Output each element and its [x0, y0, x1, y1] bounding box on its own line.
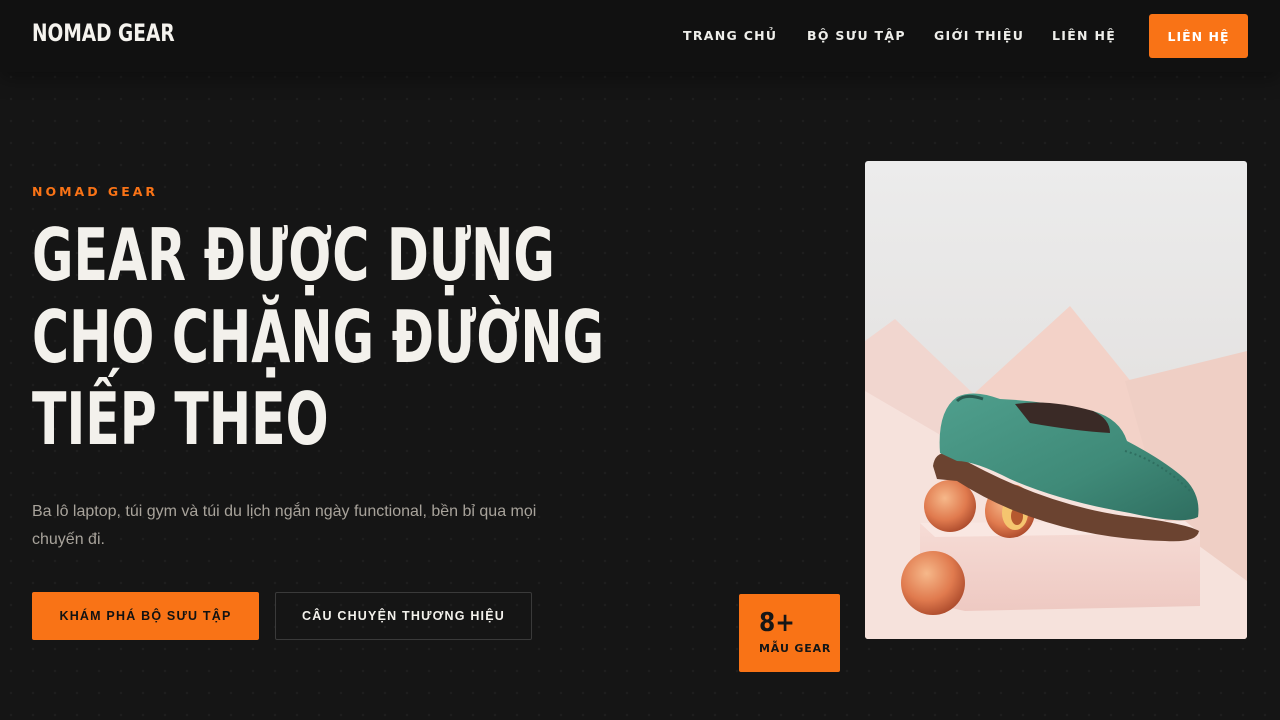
badge-number: 8+: [759, 608, 795, 638]
headline-line-1: GEAR ĐƯỢC DỰNG: [32, 213, 555, 297]
hero-product-image: [865, 161, 1247, 639]
contact-cta-button[interactable]: LIÊN HỆ: [1149, 14, 1248, 58]
nav-link-collection[interactable]: BỘ SƯU TẬP: [807, 28, 906, 43]
headline-line-2: CHO CHẶNG ĐƯỜNG: [32, 295, 605, 379]
hero-headline: GEAR ĐƯỢC DỰNG CHO CHẶNG ĐƯỜNG TIẾP THEO: [32, 214, 604, 460]
nav-link-about[interactable]: GIỚI THIỆU: [934, 28, 1024, 43]
site-header: NOMAD GEAR TRANG CHỦ BỘ SƯU TẬP GIỚI THI…: [0, 0, 1280, 72]
hero-subtitle: Ba lô laptop, túi gym và túi du lịch ngắ…: [32, 503, 537, 548]
badge-label: MẪU GEAR: [759, 642, 832, 655]
nav-link-home[interactable]: TRANG CHỦ: [683, 28, 777, 43]
explore-collection-button[interactable]: KHÁM PHÁ BỘ SƯU TẬP: [32, 592, 259, 640]
brand-story-button[interactable]: CÂU CHUYỆN THƯƠNG HIỆU: [275, 592, 532, 640]
models-count-badge: 8+ MẪU GEAR: [739, 594, 840, 672]
headline-line-3: TIẾP THEO: [32, 377, 329, 461]
nav-link-contact[interactable]: LIÊN HỆ: [1052, 28, 1116, 43]
hero-eyebrow: NOMAD GEAR: [32, 184, 159, 199]
brand-logo[interactable]: NOMAD GEAR: [32, 19, 175, 47]
